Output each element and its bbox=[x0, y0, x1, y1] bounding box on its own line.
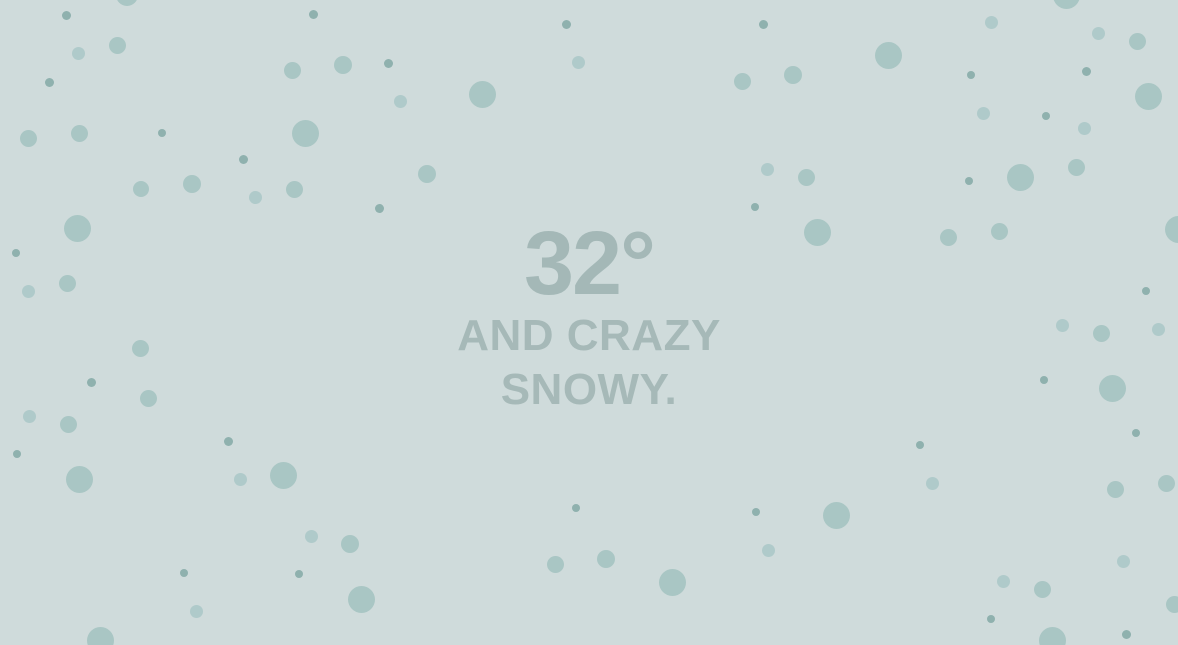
snowflake-dot bbox=[383, 58, 393, 68]
snowflake-dot bbox=[61, 10, 71, 20]
snowflake-dot bbox=[86, 626, 114, 645]
snowflake-dot bbox=[238, 154, 248, 164]
snowflake-dot bbox=[1052, 0, 1080, 9]
snowflake-dot bbox=[269, 461, 297, 489]
snowflake-dot bbox=[283, 61, 301, 79]
snowflake-dot bbox=[597, 550, 615, 568]
snowflake-dot bbox=[158, 129, 166, 137]
snowflake-dot bbox=[760, 162, 774, 176]
snowflake-dot bbox=[304, 529, 318, 543]
snowflake-dot bbox=[308, 9, 318, 19]
snowflake-dot bbox=[733, 72, 751, 90]
snowflake-dot bbox=[393, 94, 407, 108]
snowflake-dot bbox=[285, 180, 303, 198]
snowflake-dot bbox=[1067, 158, 1085, 176]
snowflake-dot bbox=[967, 71, 975, 79]
snowflake-dot bbox=[1042, 112, 1050, 120]
snowflake-dot bbox=[468, 80, 496, 108]
snowflake-dot bbox=[183, 175, 201, 193]
snowflake-dot bbox=[546, 555, 564, 573]
temperature-reading: 32° bbox=[523, 214, 656, 314]
snowflake-dot bbox=[1157, 474, 1175, 492]
snowflake-dot bbox=[223, 436, 233, 446]
snowflake-dot bbox=[761, 543, 775, 557]
snowflake-dot bbox=[233, 472, 247, 486]
snowflake-dot bbox=[65, 465, 93, 493]
snowflake-dot bbox=[925, 476, 939, 490]
snowflake-dot bbox=[1116, 554, 1130, 568]
snowflake-dot bbox=[996, 574, 1010, 588]
snowflake-dot bbox=[334, 56, 352, 74]
snowflake-dot bbox=[116, 0, 138, 6]
snowflake-dot bbox=[418, 165, 436, 183]
snowflake-dot bbox=[19, 129, 37, 147]
snowflake-dot bbox=[374, 203, 384, 213]
snowflake-dot bbox=[1165, 595, 1178, 613]
snowflake-dot bbox=[341, 535, 359, 553]
snowflake-dot bbox=[797, 168, 815, 186]
snowflake-dot bbox=[248, 190, 262, 204]
weather-scene: 32° AND CRAZY SNOWY. bbox=[0, 0, 1178, 645]
snowflake-dot bbox=[71, 46, 85, 60]
snowflake-dot bbox=[189, 604, 203, 618]
snowflake-dot bbox=[987, 615, 995, 623]
snowflake-dot bbox=[180, 569, 188, 577]
snowflake-dot bbox=[13, 450, 21, 458]
snowflake-dot bbox=[822, 501, 850, 529]
snowflake-dot bbox=[1077, 121, 1091, 135]
snowflake-dot bbox=[561, 19, 571, 29]
snowflake-dot bbox=[571, 55, 585, 69]
snowflake-dot bbox=[874, 41, 902, 69]
snowflake-dot bbox=[758, 19, 768, 29]
snowflake-dot bbox=[1081, 66, 1091, 76]
snowflake-dot bbox=[133, 181, 149, 197]
snowflake-dot bbox=[784, 66, 802, 84]
snowflake-dot bbox=[291, 119, 319, 147]
snowflake-dot bbox=[59, 415, 77, 433]
snowflake-dot bbox=[752, 508, 760, 516]
snowflake-dot bbox=[976, 106, 990, 120]
snowflake-dot bbox=[658, 568, 686, 596]
snowflake-dot bbox=[1132, 429, 1140, 437]
snowflake-dot bbox=[1106, 480, 1124, 498]
condition-line-2: SNOWY. bbox=[500, 365, 678, 414]
snowflake-dot bbox=[572, 504, 580, 512]
snowflake-dot bbox=[984, 15, 998, 29]
snowflake-dot bbox=[1033, 580, 1051, 598]
snowflake-dot bbox=[108, 36, 126, 54]
snowflake-dot bbox=[965, 177, 973, 185]
snowflake-dot bbox=[70, 124, 88, 142]
snowflake-dot bbox=[1134, 82, 1162, 110]
snowflake-dot bbox=[44, 77, 54, 87]
snowflake-dot bbox=[1121, 629, 1131, 639]
snowflake-dot bbox=[1091, 26, 1105, 40]
snowflake-dot bbox=[1128, 32, 1146, 50]
snowflake-dot bbox=[1038, 626, 1066, 645]
snowflake-dot bbox=[916, 441, 924, 449]
snowflake-dot bbox=[751, 203, 759, 211]
snowflake-dot bbox=[347, 585, 375, 613]
snowflake-dot bbox=[295, 570, 303, 578]
condition-line-1: AND CRAZY bbox=[457, 311, 721, 360]
snowflake-dot bbox=[1006, 163, 1034, 191]
